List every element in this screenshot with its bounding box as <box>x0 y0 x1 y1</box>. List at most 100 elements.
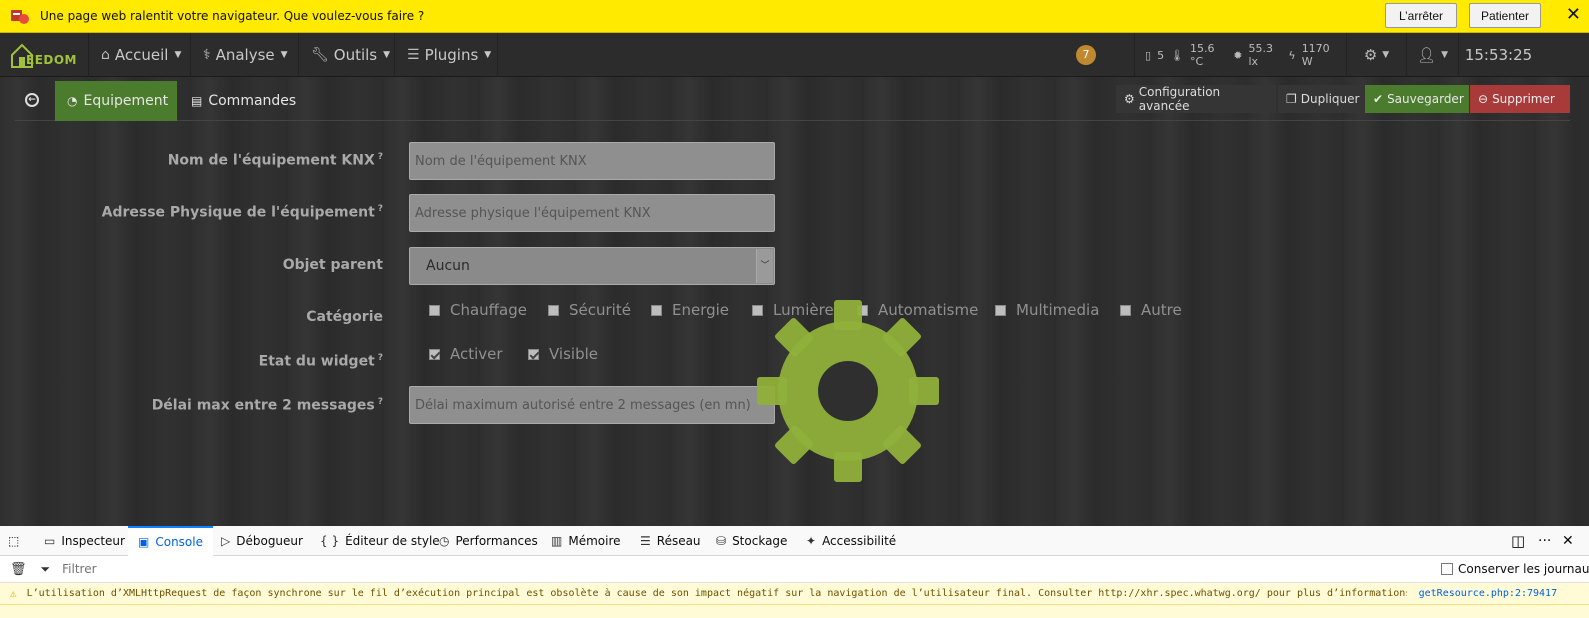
temperature-value: 15.6 °C <box>1190 42 1215 68</box>
menu-label: Plugins <box>424 46 479 64</box>
storage-icon: ⛁ <box>716 534 727 548</box>
tab-label: Equipement <box>83 93 169 109</box>
debugger-icon: ▷ <box>221 534 231 548</box>
tab-editeur-style[interactable]: { } Éditeur de style <box>320 526 440 556</box>
name-input[interactable]: Nom de l'équipement KNX <box>409 142 775 180</box>
loading-gear-icon <box>757 300 939 482</box>
wait-button[interactable]: Patienter <box>1469 3 1541 28</box>
dock-icon[interactable]: ◫ <box>1511 526 1525 556</box>
parent-select[interactable]: Aucun ﹀ <box>409 247 775 285</box>
menu-label: Outils <box>333 46 378 64</box>
category-securite[interactable]: Sécurité <box>548 301 631 319</box>
delay-label: Délai max entre 2 messages? <box>152 397 383 414</box>
caret-down-icon: ▼ <box>174 50 182 60</box>
menu-plugins[interactable]: ☰ Plugins ▼ <box>394 33 498 77</box>
devtools-toolbar: ⬚ ▭ Inspecteur ▣ Console ▷ Débogueur { } Édi… <box>0 526 1589 556</box>
checkbox[interactable] <box>1120 304 1131 316</box>
checkbox[interactable] <box>548 304 559 316</box>
tab-equipement[interactable]: ◔ Equipement <box>55 81 177 121</box>
console-next-row <box>0 605 1589 618</box>
luminosity-value: 55.3 lx <box>1248 42 1273 68</box>
tab-label: Réseau <box>656 534 701 548</box>
checkbox[interactable] <box>429 348 440 360</box>
warning-source-link[interactable]: getResource.php:2:79417 <box>1419 588 1557 599</box>
sensor-summary[interactable]: ▯ 5 🌡︎ 15.6 °C ✹ 55.3 lx ϟ 1170 W <box>1134 33 1346 77</box>
checkbox[interactable] <box>429 304 440 316</box>
network-icon: ☰ <box>640 534 651 548</box>
category-autre[interactable]: Autre <box>1120 301 1182 319</box>
category-energie[interactable]: Energie <box>651 301 729 319</box>
stop-script-button[interactable]: L’arrêter <box>1385 3 1457 28</box>
caret-down-icon: ▼ <box>1441 50 1448 60</box>
warning-message: L’utilisation d’XMLHttpRequest de façon … <box>26 588 1407 599</box>
wrench-icon: 🔧︎ <box>311 47 329 63</box>
tab-label: Console <box>155 535 203 549</box>
settings-menu[interactable]: ⚙ ▼ <box>1346 33 1406 77</box>
trash-icon[interactable]: 🗑︎ <box>10 562 27 577</box>
persist-logs-label: Conserver les journaux <box>1458 562 1589 576</box>
duplicate-button[interactable]: ❐ Dupliquer <box>1278 85 1364 113</box>
minus-circle-icon: ⊖ <box>1478 92 1489 106</box>
tab-commandes[interactable]: ▤ Commandes <box>179 81 309 121</box>
equipment-tabbar: ← ◔ Equipement ▤ Commandes ⚙ Configurati… <box>15 81 1570 121</box>
widget-visible[interactable]: Visible <box>528 345 598 363</box>
tab-accessibilite[interactable]: ✦ Accessibilité <box>806 526 896 556</box>
menu-accueil[interactable]: ⌂ Accueil ▼ <box>88 33 190 77</box>
checkbox[interactable] <box>651 304 662 316</box>
tab-memoire[interactable]: ▥ Mémoire <box>551 526 621 556</box>
advanced-config-button[interactable]: ⚙ Configuration avancée <box>1116 85 1276 113</box>
devtools-panel: ⬚ ▭ Inspecteur ▣ Console ▷ Débogueur { } Édi… <box>0 526 1589 618</box>
jeedom-logo[interactable]: EEDOM <box>8 39 80 71</box>
menu-analyse[interactable]: ⚕ Analyse ▼ <box>190 33 298 77</box>
help-icon[interactable]: ? <box>378 152 383 162</box>
save-button[interactable]: ✔ Sauvegarder <box>1365 85 1469 113</box>
delete-button[interactable]: ⊖ Supprimer <box>1470 85 1570 113</box>
address-input[interactable]: Adresse physique l'équipement KNX <box>409 194 775 232</box>
tab-debogueur[interactable]: ▷ Débogueur <box>221 526 303 556</box>
tab-stockage[interactable]: ⛁ Stockage <box>716 526 787 556</box>
cogs-icon: ⚙ <box>1124 92 1135 106</box>
tab-label: Performances <box>455 534 538 548</box>
clock: 15:53:25 <box>1458 33 1538 77</box>
persist-logs-checkbox[interactable] <box>1441 563 1453 575</box>
check-circle-icon: ✔ <box>1373 92 1384 106</box>
label-text: Délai max entre 2 messages <box>151 397 375 414</box>
clock-time: 15:53:25 <box>1464 46 1533 64</box>
tab-inspecteur[interactable]: ▭ Inspecteur <box>44 526 125 556</box>
help-icon[interactable]: ? <box>378 204 383 214</box>
tab-performances[interactable]: ◷ Performances <box>439 526 538 556</box>
memory-icon: ▥ <box>551 534 563 548</box>
close-devtools-icon[interactable]: ✕ <box>1562 526 1574 556</box>
more-options-icon[interactable]: ··· <box>1538 526 1551 556</box>
tab-reseau[interactable]: ☰ Réseau <box>640 526 701 556</box>
category-chauffage[interactable]: Chauffage <box>429 301 527 319</box>
warning-icon: ⚠ <box>10 587 17 600</box>
checkbox[interactable] <box>528 348 539 360</box>
button-label: Sauvegarder <box>1387 92 1464 106</box>
help-icon[interactable]: ? <box>378 397 383 407</box>
checkbox[interactable] <box>995 304 1006 316</box>
slow-script-notification: Une page web ralentit votre navigateur. … <box>0 0 1589 33</box>
console-warning-row[interactable]: ⚠ L’utilisation d’XMLHttpRequest de faço… <box>0 583 1589 605</box>
label-text: Etat du widget <box>258 353 375 370</box>
button-label: Dupliquer <box>1300 92 1360 106</box>
menu-outils[interactable]: 🔧︎ Outils ▼ <box>298 33 394 77</box>
category-multimedia[interactable]: Multimedia <box>995 301 1099 319</box>
back-arrow-icon[interactable]: ← <box>25 93 39 107</box>
caret-down-icon: ▼ <box>1382 50 1390 60</box>
message-count-badge[interactable]: 7 <box>1076 45 1096 65</box>
address-label: Adresse Physique de l'équipement? <box>102 204 383 221</box>
pick-element-icon[interactable]: ⬚ <box>8 526 19 556</box>
tab-console[interactable]: ▣ Console <box>128 526 213 556</box>
filter-input[interactable]: Filtrer <box>62 562 1422 576</box>
user-menu[interactable]: 👤︎ ▼ <box>1406 33 1458 77</box>
help-icon[interactable]: ? <box>378 353 383 363</box>
gears-icon: ⚙ <box>1363 46 1378 64</box>
delay-input[interactable]: Délai maximum autorisé entre 2 messages … <box>409 386 775 424</box>
logo-text: EEDOM <box>26 53 77 67</box>
close-icon[interactable]: ✕ <box>1566 4 1581 25</box>
funnel-icon[interactable]: ⏷ <box>41 562 51 577</box>
door-count: 5 <box>1157 48 1165 62</box>
widget-activer[interactable]: Activer <box>429 345 503 363</box>
console-filter-bar: 🗑︎ ⏷ Filtrer Conserver les journaux <box>0 556 1589 583</box>
